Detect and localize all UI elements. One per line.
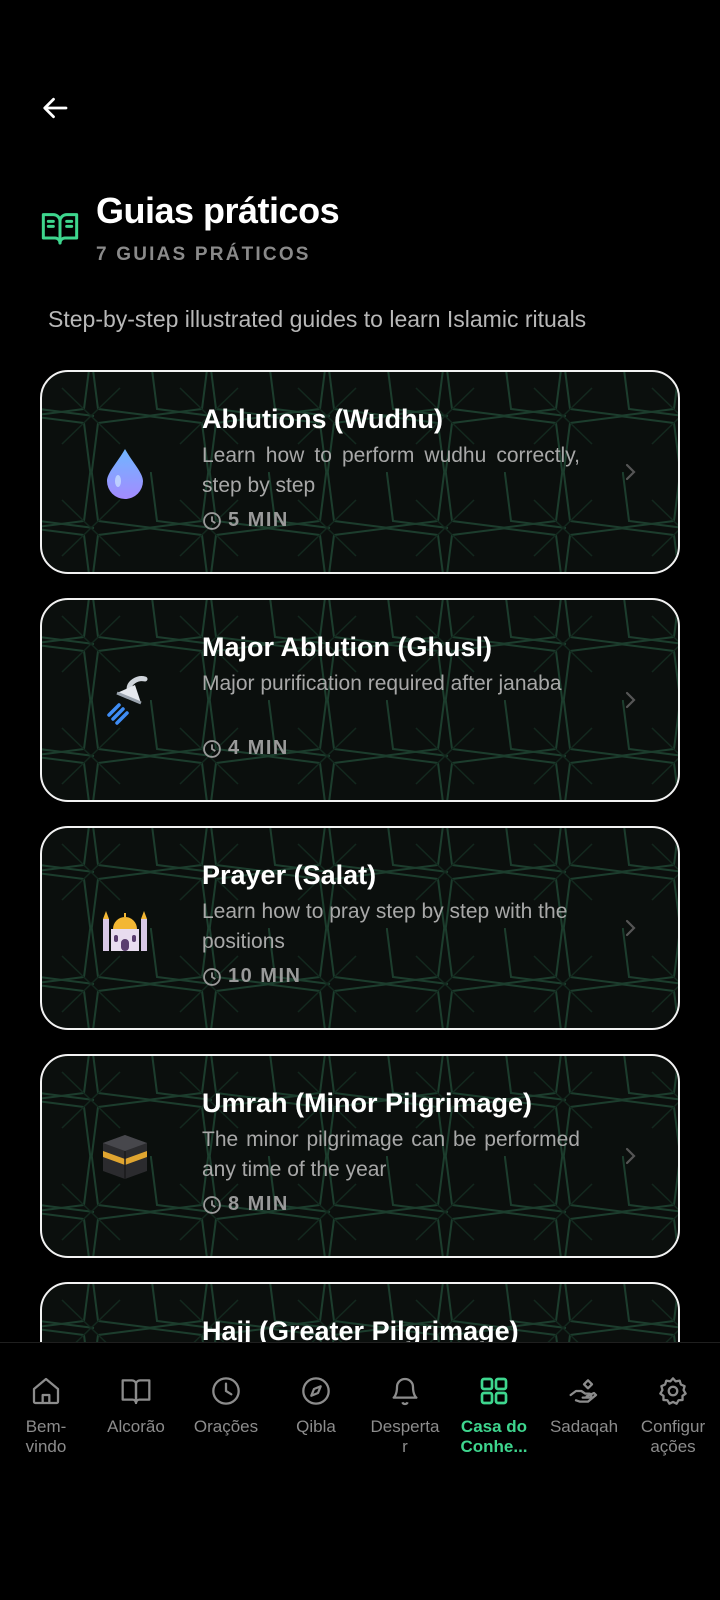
guide-description: Major purification required after janaba [202,672,562,695]
mosque-icon [94,898,156,960]
guide-description: Learn how to perform wudhu correctly, st… [202,444,580,497]
nav-label: Desperta r [370,1417,440,1456]
page-title: Guias práticos [96,190,340,231]
intro-text: Step-by-step illustrated guides to learn… [48,306,587,332]
shower-icon [94,670,156,732]
guide-title: Hajj (Greater Pilgrimage) [202,1316,519,1342]
duration-label: 5 MIN [228,509,289,531]
nav-label: Configur ações [640,1417,706,1456]
guide-description: The minor pilgrimage can be performed an… [202,1128,580,1181]
clock-icon [212,1377,240,1405]
guide-duration: 4 MIN [202,737,580,760]
arrow-left-icon [43,97,68,119]
guide-title: Ablutions (Wudhu) [202,404,443,434]
guide-description: Learn how to pray step by step with the … [202,900,568,953]
chevron-right-icon [625,919,636,937]
clock-icon [203,967,221,986]
kaaba-icon [94,1126,156,1188]
compass-icon [302,1377,330,1405]
nav-item-settings[interactable]: Configur ações [628,1375,718,1457]
chevron-right-icon [625,463,636,481]
guide-duration: 5 MIN [202,509,580,532]
home-icon [32,1377,60,1405]
open-book-icon [41,213,79,245]
guide-title: Umrah (Minor Pilgrimage) [202,1088,533,1118]
nav-item-knowledge-house[interactable]: Casa do Conhe... [449,1375,539,1457]
nav-label: Sadaqah [549,1417,619,1436]
page-header: Guias práticos 7 GUIAS PRÁTICOS [40,188,680,266]
chevron-right-icon [625,1147,636,1165]
clock-icon [203,511,221,530]
guide-card[interactable]: Ablutions (Wudhu) Learn how to perform w… [40,370,680,574]
guide-title: Major Ablution (Ghusl) [202,632,492,662]
duration-label: 8 MIN [228,1193,289,1215]
duration-label: 10 MIN [228,965,302,987]
guide-card[interactable]: Major Ablution (Ghusl) Major purificatio… [40,598,680,802]
giving-hand-icon [569,1379,598,1403]
guide-duration: 8 MIN [202,1193,580,1216]
clock-icon [203,1195,221,1214]
nav-item-quran[interactable]: Alcorão [91,1375,181,1437]
nav-item-sadaqah[interactable]: Sadaqah [539,1375,629,1437]
nav-label: Bem- vindo [25,1417,67,1456]
nav-item-prayers[interactable]: Orações [181,1375,271,1437]
clock-icon [203,739,221,758]
book-icon [121,1379,151,1405]
duration-label: 4 MIN [228,737,289,759]
guide-card[interactable]: Hajj (Greater Pilgrimage) [40,1282,680,1342]
guide-card[interactable]: Prayer (Salat) Learn how to pray step by… [40,826,680,1030]
nav-label: Casa do Conhe... [460,1417,528,1456]
nav-item-alarm[interactable]: Desperta r [360,1375,450,1457]
water-drop-icon [94,442,156,504]
bottom-navigation: Bem- vindo Alcorão Orações Qibla Despert… [0,1342,720,1600]
chevron-right-icon [625,691,636,709]
gear-icon [659,1377,687,1405]
guide-card[interactable]: Umrah (Minor Pilgrimage) The minor pilgr… [40,1054,680,1258]
bell-icon [392,1377,418,1406]
nav-item-welcome[interactable]: Bem- vindo [1,1375,91,1457]
nav-label: Orações [193,1417,259,1436]
grid-icon [480,1377,508,1405]
nav-item-qibla[interactable]: Qibla [271,1375,361,1437]
back-button[interactable] [38,90,74,126]
guides-list[interactable]: Ablutions (Wudhu) Learn how to perform w… [0,360,720,1342]
nav-label: Qibla [296,1417,336,1436]
guide-duration: 10 MIN [202,965,580,988]
nav-label: Alcorão [107,1417,165,1436]
guides-count: 7 GUIAS PRÁTICOS [96,244,311,265]
guide-title: Prayer (Salat) [202,860,377,890]
